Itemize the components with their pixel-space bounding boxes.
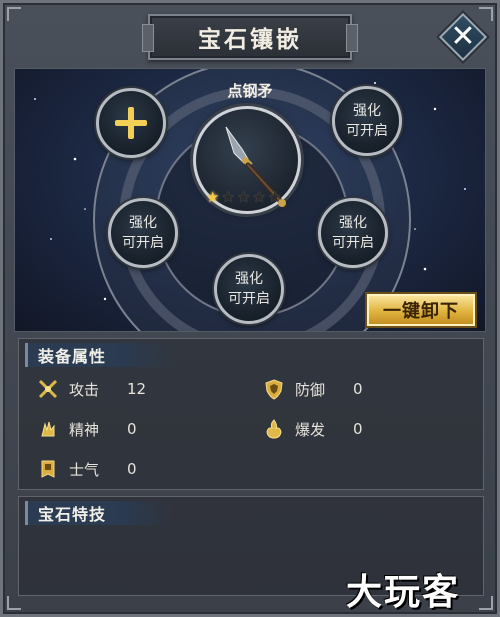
gem-slot-locked[interactable]: 强化 可开启 (318, 198, 388, 268)
star-icon: ★ (221, 188, 235, 206)
stat-value: 0 (127, 420, 137, 438)
star-icon: ★ (206, 188, 220, 206)
stat-label: 精神 (69, 420, 100, 439)
close-icon: ✕ (450, 19, 476, 54)
stat-value: 0 (353, 420, 363, 438)
stat-morale: 士气 0 (37, 457, 137, 481)
flame-icon (263, 418, 285, 440)
gem-slot-add[interactable] (96, 88, 166, 158)
stat-spirit: 精神 0 (37, 417, 137, 441)
stat-label: 爆发 (295, 420, 326, 439)
page-title: 宝石镶嵌 (198, 26, 302, 53)
stat-label: 士气 (69, 460, 100, 479)
unload-all-button[interactable]: 一键卸下 (367, 294, 475, 326)
gem-slot-locked[interactable]: 强化 可开启 (332, 86, 402, 156)
watermark-logo: 大玩客 (346, 572, 461, 613)
star-icon: ★ (252, 188, 266, 206)
plus-icon (115, 107, 147, 139)
unload-all-label: 一键卸下 (383, 301, 459, 322)
stat-value: 12 (127, 380, 147, 398)
close-button[interactable]: ✕ (438, 12, 488, 62)
gem-slot-label: 强化 可开启 (346, 103, 388, 139)
stat-attack: 攻击 12 (37, 377, 146, 401)
title-plate: 宝石镶嵌 (142, 14, 358, 60)
stat-label: 防御 (295, 380, 326, 399)
spirit-icon (37, 418, 59, 440)
stat-defense: 防御 0 (263, 377, 363, 401)
gem-slot-locked[interactable]: 强化 可开启 (108, 198, 178, 268)
section-header: 宝石特技 (25, 501, 175, 525)
stat-crit: 爆发 0 (263, 417, 363, 441)
stat-value: 0 (353, 380, 363, 398)
star-icon: ★ (267, 188, 282, 206)
gem-slot-label: 强化 可开启 (228, 271, 270, 307)
section-title: 宝石特技 (38, 505, 107, 524)
stat-label: 攻击 (69, 380, 100, 399)
star-rating: ★ ★ ★ ★ ★ (206, 190, 281, 205)
weapon-name: 点钢矛 (227, 82, 273, 100)
section-title: 装备属性 (38, 347, 107, 366)
equipment-attributes-section: 装备属性 攻击 12 防御 0 精神 0 爆发 0 士气 0 (18, 338, 484, 490)
swords-icon (37, 378, 59, 400)
shield-icon (263, 378, 285, 400)
corner-ornament (7, 596, 21, 610)
gem-slot-locked[interactable]: 强化 可开启 (214, 254, 284, 324)
gem-slot-label: 强化 可开启 (332, 215, 374, 251)
corner-ornament (7, 7, 21, 21)
section-header: 装备属性 (25, 343, 175, 367)
stat-value: 0 (127, 460, 137, 478)
banner-icon (37, 458, 59, 480)
gem-slot-label: 强化 可开启 (122, 215, 164, 251)
corner-ornament (479, 596, 493, 610)
star-icon: ★ (236, 188, 251, 206)
